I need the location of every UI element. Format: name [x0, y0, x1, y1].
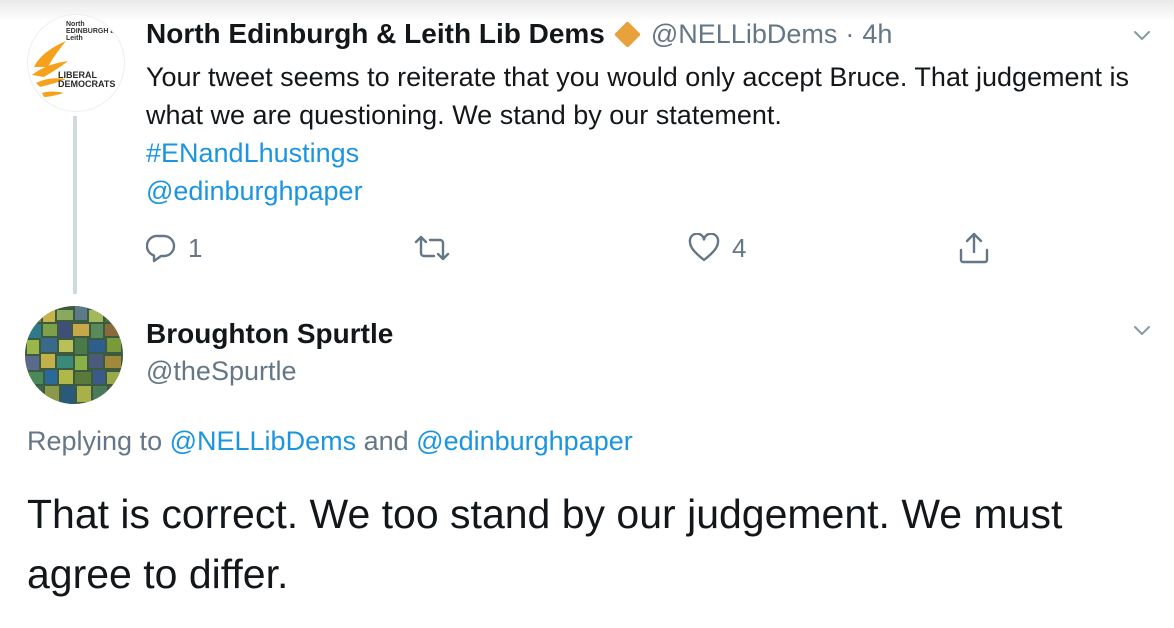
lib-dems-bird-logo-icon	[32, 41, 68, 97]
heart-icon	[688, 233, 720, 262]
reply-button[interactable]: 1	[146, 228, 202, 268]
share-icon	[959, 232, 989, 264]
avatar-org-logo-text: LIBERAL DEMOCRATS	[58, 70, 116, 89]
reply-mention-link[interactable]: @edinburghpaper	[416, 426, 633, 456]
thread-connector-line	[73, 116, 77, 294]
chevron-down-icon[interactable]	[1134, 28, 1150, 44]
avatar-org-small-text: North EDINBURGH and Leith	[66, 21, 123, 42]
tweet1-body-text: Your tweet seems to reiterate that you w…	[146, 62, 1130, 130]
reply-icon	[146, 234, 176, 263]
tweet1-actions: 1 4	[146, 228, 1006, 268]
spurtle-avatar-image	[25, 306, 123, 404]
hashtag-link[interactable]: #ENandLhustings	[146, 134, 1136, 172]
avatar-broughton-spurtle[interactable]	[25, 306, 123, 404]
mention-link[interactable]: @edinburghpaper	[146, 172, 1136, 210]
like-count: 4	[732, 232, 747, 263]
author-handle[interactable]: @NELLibDems	[651, 19, 837, 50]
party-diamond-icon	[613, 20, 641, 48]
tweet1-header: North Edinburgh & Leith Lib Dems @NELLib…	[146, 16, 892, 52]
author-name[interactable]: North Edinburgh & Leith Lib Dems	[146, 18, 605, 50]
author-handle[interactable]: @theSpurtle	[146, 356, 297, 387]
tweet2-text: That is correct. We too stand by our jud…	[27, 491, 1063, 597]
tweet-timestamp[interactable]: 4h	[862, 19, 892, 50]
replying-prefix: Replying to	[27, 426, 163, 456]
replying-joiner: and	[363, 426, 409, 456]
author-name[interactable]: Broughton Spurtle	[146, 318, 393, 350]
chevron-down-icon[interactable]	[1134, 323, 1150, 339]
avatar-lib-dems[interactable]: North EDINBURGH and Leith LIBERAL DEMOCR…	[27, 14, 125, 112]
reply-count: 1	[188, 232, 203, 263]
reply-mention-link[interactable]: @NELLibDems	[170, 426, 356, 456]
retweet-icon	[414, 235, 450, 261]
tweet1-text: Your tweet seems to reiterate that you w…	[146, 58, 1136, 210]
share-button[interactable]	[958, 228, 990, 268]
replying-to-line: Replying to @NELLibDems and @edinburghpa…	[27, 426, 633, 457]
tweet-thread: North EDINBURGH and Leith LIBERAL DEMOCR…	[0, 0, 1174, 628]
separator-dot: ·	[845, 18, 855, 49]
retweet-button[interactable]	[414, 228, 450, 268]
like-button[interactable]: 4	[688, 228, 746, 268]
